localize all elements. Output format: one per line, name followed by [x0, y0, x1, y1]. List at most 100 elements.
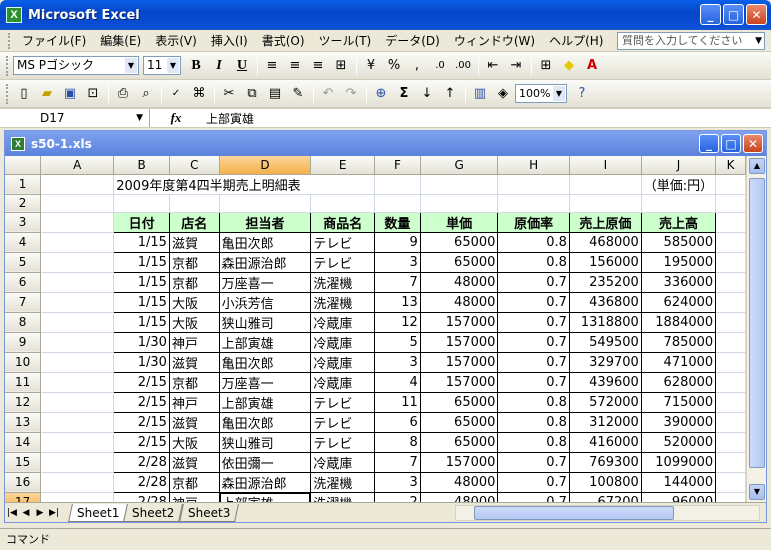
data-cell[interactable]: 8	[374, 432, 421, 453]
data-cell[interactable]: 65000	[419, 432, 499, 453]
data-cell[interactable]: 1318800	[568, 312, 642, 333]
formula-input[interactable]: 上部寅雄	[202, 110, 254, 127]
undo-icon[interactable]: ↶	[317, 83, 339, 105]
data-cell[interactable]: 京都	[168, 272, 220, 293]
row-header[interactable]: 9	[5, 332, 42, 353]
decrease-decimal-icon[interactable]: .00	[452, 55, 474, 77]
data-cell[interactable]: 0.7	[497, 352, 570, 373]
menu-edit[interactable]: 編集(E)	[93, 32, 148, 49]
data-cell[interactable]: 1/15	[113, 272, 170, 293]
data-cell[interactable]: 9	[374, 232, 421, 253]
data-cell[interactable]: 大阪	[168, 292, 220, 313]
cell[interactable]	[40, 332, 115, 353]
row-header[interactable]: 4	[5, 232, 42, 253]
cell[interactable]	[169, 194, 220, 213]
row-header[interactable]: 1	[5, 174, 42, 195]
data-cell[interactable]: 144000	[640, 472, 717, 493]
cell[interactable]	[715, 332, 746, 353]
data-cell[interactable]: 京都	[168, 252, 220, 273]
data-cell[interactable]: 6	[374, 412, 421, 433]
data-cell[interactable]: 1/15	[113, 252, 170, 273]
cell[interactable]	[715, 312, 746, 333]
column-header[interactable]: I	[569, 156, 642, 175]
cell[interactable]	[641, 194, 717, 213]
data-cell[interactable]: 冷蔵庫	[310, 332, 376, 353]
row-header[interactable]: 8	[5, 312, 42, 333]
data-cell[interactable]: 神戸	[168, 492, 220, 502]
data-cell[interactable]: 1884000	[640, 312, 717, 333]
data-cell[interactable]: 依田彌一	[218, 452, 312, 473]
currency-icon[interactable]: ¥	[360, 55, 382, 77]
data-cell[interactable]: 439600	[568, 372, 642, 393]
cell[interactable]	[715, 352, 746, 373]
merge-center-icon[interactable]: ⊞	[330, 55, 352, 77]
data-cell[interactable]: 329700	[568, 352, 642, 373]
data-cell[interactable]: 2/15	[113, 392, 170, 413]
data-cell[interactable]: 48000	[419, 292, 499, 313]
drawing-icon[interactable]: ◈	[492, 83, 514, 105]
data-cell[interactable]: 572000	[568, 392, 642, 413]
data-cell[interactable]: 冷蔵庫	[310, 372, 376, 393]
maximize-button[interactable]: □	[723, 4, 744, 25]
increase-decimal-icon[interactable]: .0	[429, 55, 451, 77]
fill-color-icon[interactable]: ◆	[558, 55, 580, 77]
data-cell[interactable]: 0.7	[497, 332, 570, 353]
spelling-icon[interactable]: ✓	[165, 83, 187, 105]
print-icon[interactable]: ⎙	[112, 83, 134, 105]
data-cell[interactable]: 0.7	[497, 472, 570, 493]
cell[interactable]	[40, 252, 115, 273]
data-cell[interactable]: 1/15	[113, 232, 170, 253]
align-center-icon[interactable]: ≡	[284, 55, 306, 77]
data-cell[interactable]: 洗濯機	[310, 272, 376, 293]
data-cell[interactable]: 65000	[419, 252, 499, 273]
horizontal-scrollbar[interactable]	[455, 505, 760, 521]
vertical-scrollbar[interactable]: ▲ ▼	[746, 156, 766, 502]
data-cell[interactable]: 0.8	[497, 432, 570, 453]
cell[interactable]	[40, 472, 115, 493]
data-cell[interactable]: 5	[374, 332, 421, 353]
data-cell[interactable]: 157000	[419, 372, 499, 393]
font-size-select[interactable]: 11 ▼	[143, 56, 181, 75]
cell[interactable]	[715, 292, 746, 313]
cell[interactable]	[40, 452, 115, 473]
header-cell[interactable]: 売上原価	[568, 211, 642, 233]
italic-button[interactable]: I	[208, 55, 230, 77]
data-cell[interactable]: 亀田次郎	[218, 232, 312, 253]
data-cell[interactable]: 0.8	[497, 232, 570, 253]
data-cell[interactable]: 312000	[568, 412, 642, 433]
data-cell[interactable]: 0.8	[497, 252, 570, 273]
cell[interactable]	[40, 292, 115, 313]
row-header[interactable]: 17	[5, 492, 42, 502]
menu-tools[interactable]: ツール(T)	[312, 32, 379, 49]
menu-file[interactable]: ファイル(F)	[15, 32, 93, 49]
cell[interactable]	[310, 194, 376, 213]
toolbar-grip[interactable]	[6, 83, 9, 104]
bold-button[interactable]: B	[185, 55, 207, 77]
toolbar-grip[interactable]	[6, 55, 9, 76]
data-cell[interactable]: 1099000	[640, 452, 717, 473]
data-cell[interactable]: 48000	[419, 492, 499, 502]
active-cell[interactable]: 上部寅雄	[218, 492, 312, 502]
data-cell[interactable]: 森田源治郎	[218, 472, 312, 493]
data-cell[interactable]: 48000	[419, 272, 499, 293]
data-cell[interactable]: 2/28	[113, 452, 170, 473]
sheet-tab-3[interactable]: Sheet3	[178, 503, 239, 522]
data-cell[interactable]: 549500	[568, 332, 642, 353]
cell[interactable]	[40, 212, 115, 233]
cell[interactable]	[113, 194, 170, 213]
cell[interactable]	[40, 194, 115, 213]
header-cell[interactable]: 数量	[374, 211, 421, 233]
cell[interactable]	[40, 312, 115, 333]
cell[interactable]	[569, 194, 642, 213]
cell[interactable]	[715, 492, 746, 502]
data-cell[interactable]: 4	[374, 372, 421, 393]
data-cell[interactable]: 156000	[568, 252, 642, 273]
data-cell[interactable]: 1/30	[113, 352, 170, 373]
chevron-down-icon[interactable]: ▼	[553, 86, 565, 101]
chevron-down-icon[interactable]: ▼	[125, 58, 137, 73]
cell[interactable]	[715, 432, 746, 453]
sort-descending-icon[interactable]: ↑	[439, 83, 461, 105]
data-cell[interactable]: 436800	[568, 292, 642, 313]
close-button[interactable]: ✕	[746, 4, 767, 25]
data-cell[interactable]: 13	[374, 292, 421, 313]
